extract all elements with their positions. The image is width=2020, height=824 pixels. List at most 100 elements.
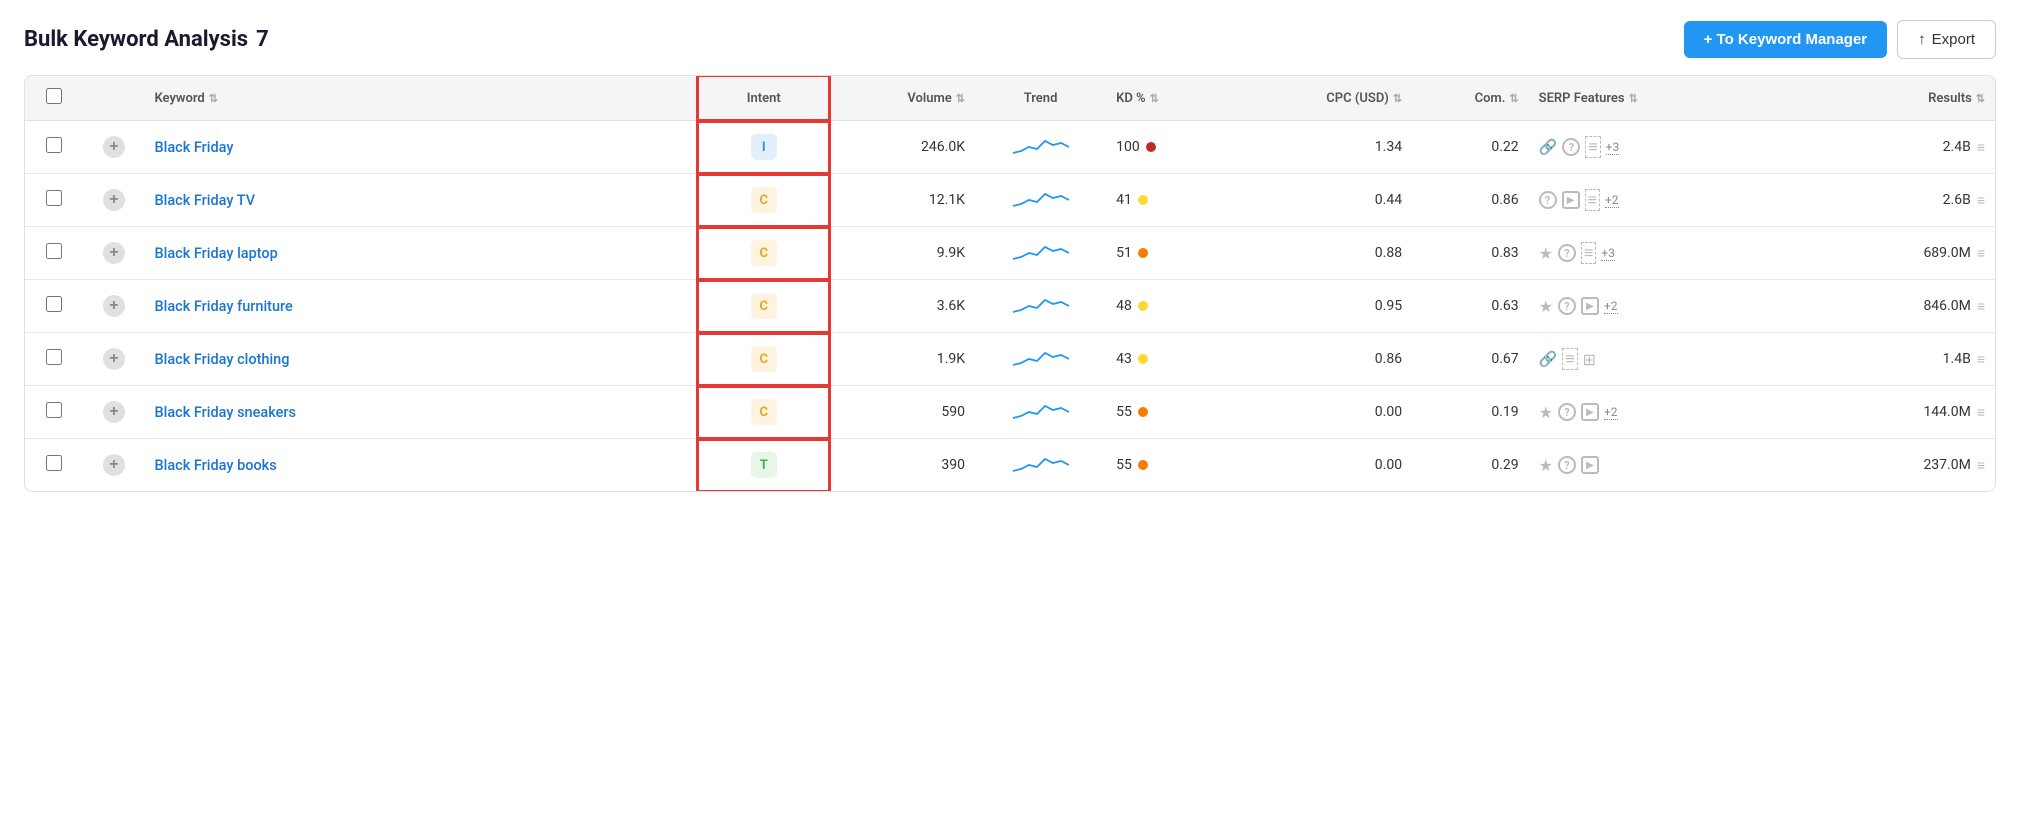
volume-filter-icon[interactable]: ⇅ <box>956 92 965 105</box>
results-detail-icon-0[interactable]: ≡ <box>1977 139 1985 156</box>
com-value-1: 0.86 <box>1491 192 1518 208</box>
row-checkbox-0[interactable] <box>46 137 62 153</box>
add-keyword-button-5[interactable]: + <box>103 401 125 423</box>
results-detail-icon-5[interactable]: ≡ <box>1977 404 1985 421</box>
kd-dot-5 <box>1138 407 1148 417</box>
row-checkbox-1[interactable] <box>46 190 62 206</box>
results-detail-icon-3[interactable]: ≡ <box>1977 298 1985 315</box>
add-keyword-button-1[interactable]: + <box>103 189 125 211</box>
kd-dot-2 <box>1138 248 1148 258</box>
kd-cell-3: 48 <box>1116 298 1242 314</box>
row-checkbox-6[interactable] <box>46 455 62 471</box>
kd-cell-0: 100 <box>1116 139 1242 155</box>
com-value-6: 0.29 <box>1491 457 1518 473</box>
kd-dot-6 <box>1138 460 1148 470</box>
trend-sparkline-1 <box>1011 198 1071 214</box>
intent-badge-2: C <box>751 240 777 266</box>
trend-col-header: Trend <box>975 76 1106 121</box>
add-col-header <box>83 76 144 121</box>
results-detail-icon-4[interactable]: ≡ <box>1977 351 1985 368</box>
kd-value-1: 41 <box>1116 192 1132 208</box>
keyword-table-container: Keyword ⇅ Intent Volume ⇅ <box>24 75 1996 492</box>
add-keyword-button-3[interactable]: + <box>103 295 125 317</box>
keyword-link-3[interactable]: Black Friday furniture <box>154 298 292 315</box>
select-all-checkbox[interactable] <box>46 88 62 104</box>
com-filter-icon[interactable]: ⇅ <box>1509 92 1518 105</box>
results-detail-icon-6[interactable]: ≡ <box>1977 457 1985 474</box>
volume-value-0: 246.0K <box>921 139 965 155</box>
header-actions: + To Keyword Manager ↑ Export <box>1684 20 1996 59</box>
cpc-value-0: 1.34 <box>1375 139 1402 155</box>
add-keyword-button-6[interactable]: + <box>103 454 125 476</box>
intent-badge-1: C <box>751 187 777 213</box>
serp-icon-3-1: ? <box>1558 297 1576 315</box>
select-all-header <box>25 76 83 121</box>
serp-filter-icon[interactable]: ⇅ <box>1629 92 1638 105</box>
row-checkbox-3[interactable] <box>46 296 62 312</box>
serp-icon-2-1: ? <box>1558 244 1576 262</box>
add-keyword-button-4[interactable]: + <box>103 348 125 370</box>
kd-dot-4 <box>1138 354 1148 364</box>
cpc-filter-icon[interactable]: ⇅ <box>1393 92 1402 105</box>
cpc-value-3: 0.95 <box>1375 298 1402 314</box>
to-keyword-manager-button[interactable]: + To Keyword Manager <box>1684 21 1888 58</box>
row-checkbox-5[interactable] <box>46 402 62 418</box>
add-keyword-button-0[interactable]: + <box>103 136 125 158</box>
row-checkbox-4[interactable] <box>46 349 62 365</box>
com-value-2: 0.83 <box>1491 245 1518 261</box>
keyword-link-2[interactable]: Black Friday laptop <box>154 245 277 262</box>
export-button[interactable]: ↑ Export <box>1897 20 1996 59</box>
serp-icons-6: ★?▶ <box>1539 456 1810 475</box>
serp-plus-2[interactable]: +3 <box>1601 246 1615 261</box>
cpc-value-6: 0.00 <box>1375 457 1402 473</box>
serp-icon-5-0: ★ <box>1539 403 1553 422</box>
results-value-6: 237.0M <box>1923 457 1970 473</box>
trend-sparkline-5 <box>1011 410 1071 426</box>
keyword-link-4[interactable]: Black Friday clothing <box>154 351 289 368</box>
table-row: + Black Friday laptopC9.9K 51 0.880.83★?… <box>25 227 1995 280</box>
results-filter-icon[interactable]: ⇅ <box>1976 92 1985 105</box>
results-cell-0: 2.4B ≡ <box>1830 139 1985 156</box>
results-cell-2: 689.0M ≡ <box>1830 245 1985 262</box>
serp-plus-1[interactable]: +2 <box>1605 193 1619 208</box>
serp-plus-0[interactable]: +3 <box>1606 140 1620 155</box>
keyword-col-header: Keyword ⇅ <box>144 76 698 121</box>
results-detail-icon-1[interactable]: ≡ <box>1977 192 1985 209</box>
cpc-value-4: 0.86 <box>1375 351 1402 367</box>
trend-sparkline-0 <box>1011 145 1071 161</box>
kd-col-header: KD % ⇅ <box>1106 76 1252 121</box>
kd-value-3: 48 <box>1116 298 1132 314</box>
keyword-link-0[interactable]: Black Friday <box>154 139 233 156</box>
kd-dot-0 <box>1146 142 1156 152</box>
serp-icon-4-0: 🔗 <box>1539 350 1558 368</box>
keyword-link-6[interactable]: Black Friday books <box>154 457 276 474</box>
kd-cell-5: 55 <box>1116 404 1242 420</box>
serp-icon-1-0: ? <box>1539 191 1557 209</box>
serp-icon-1-2: ≡ <box>1585 189 1600 211</box>
com-value-4: 0.67 <box>1491 351 1518 367</box>
keyword-link-5[interactable]: Black Friday sneakers <box>154 404 296 421</box>
results-detail-icon-2[interactable]: ≡ <box>1977 245 1985 262</box>
page-title: Bulk Keyword Analysis <box>24 27 248 52</box>
kd-value-0: 100 <box>1116 139 1140 155</box>
serp-icon-2-0: ★ <box>1539 244 1553 263</box>
row-checkbox-2[interactable] <box>46 243 62 259</box>
serp-icons-4: 🔗≡⊞ <box>1539 348 1810 370</box>
serp-plus-3[interactable]: +2 <box>1604 299 1618 314</box>
serp-icon-3-0: ★ <box>1539 297 1553 316</box>
kd-value-4: 43 <box>1116 351 1132 367</box>
serp-icon-4-1: ≡ <box>1562 348 1577 370</box>
table-header-row: Keyword ⇅ Intent Volume ⇅ <box>25 76 1995 121</box>
plus-icon: + <box>109 139 118 155</box>
keyword-link-1[interactable]: Black Friday TV <box>154 192 255 209</box>
keyword-count: 7 <box>256 27 269 52</box>
kd-dot-3 <box>1138 301 1148 311</box>
plus-icon: + <box>109 404 118 420</box>
keyword-filter-icon[interactable]: ⇅ <box>209 92 218 105</box>
serp-plus-5[interactable]: +2 <box>1604 405 1618 420</box>
serp-icons-5: ★?▶+2 <box>1539 403 1810 422</box>
kd-dot-1 <box>1138 195 1148 205</box>
kd-filter-icon[interactable]: ⇅ <box>1150 92 1159 105</box>
serp-icon-6-2: ▶ <box>1581 456 1599 474</box>
add-keyword-button-2[interactable]: + <box>103 242 125 264</box>
